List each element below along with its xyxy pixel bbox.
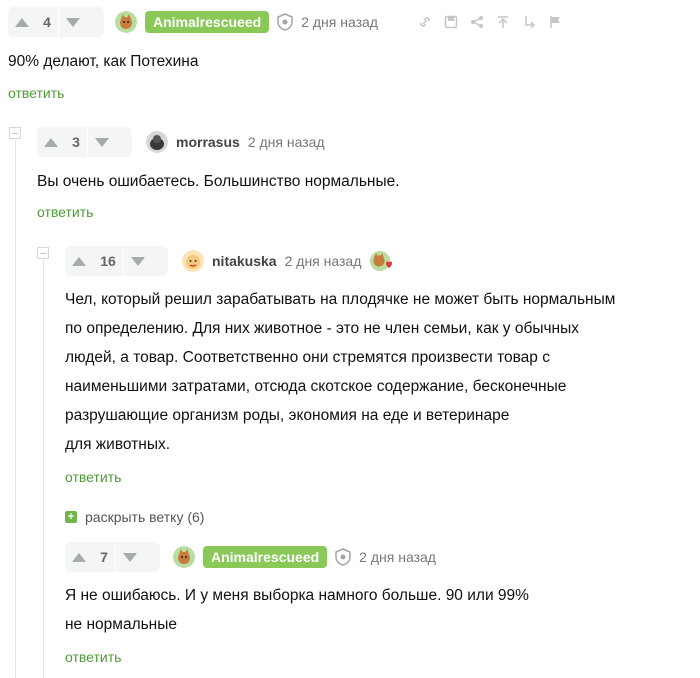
shield-icon: [277, 13, 293, 31]
share-icon[interactable]: [470, 15, 484, 29]
text-line: разрушающие организм роды, экономия на е…: [65, 407, 510, 424]
author-name[interactable]: nitakuska: [212, 253, 277, 269]
vote-count: 3: [72, 134, 80, 150]
author-badge[interactable]: Animalrescueed: [145, 11, 270, 33]
reply-link[interactable]: ответить: [8, 85, 64, 101]
upvote-button[interactable]: [37, 127, 65, 157]
comment-text: Я не ошибаюсь. И у меня выборка намного …: [65, 581, 529, 639]
comment-header: nitakuska 2 дня назад: [182, 246, 393, 276]
text-line: Чел, который решил зарабатывать на плодя…: [65, 291, 616, 308]
link-icon[interactable]: [418, 15, 432, 29]
parent-comment-icon[interactable]: [522, 15, 536, 29]
comment-tools: [418, 7, 562, 37]
arrow-up-icon: [44, 137, 58, 147]
downvote-button[interactable]: [124, 246, 152, 276]
comment-time: 2 дня назад: [359, 549, 436, 565]
avatar-cat-icon: [115, 11, 137, 33]
avatar[interactable]: [173, 546, 195, 568]
comment-time: 2 дня назад: [284, 253, 362, 269]
comment-time: 2 дня назад: [301, 14, 378, 30]
vote-count: 4: [43, 14, 51, 30]
plus-icon: +: [65, 511, 77, 523]
author-badge[interactable]: Animalrescueed: [203, 546, 328, 568]
thread-line: [15, 140, 16, 678]
comment-text: Вы очень ошибаетесь. Большинство нормаль…: [37, 173, 400, 190]
collapse-thread-button[interactable]: [37, 247, 49, 259]
reply-link[interactable]: ответить: [37, 204, 93, 220]
text-line: Я не ошибаюсь. И у меня выборка намного …: [65, 587, 529, 604]
arrow-down-icon: [131, 256, 145, 266]
award-cat-heart-icon: [370, 251, 393, 271]
upvote-button[interactable]: [65, 246, 93, 276]
comment-text: 90% делают, как Потехина: [8, 53, 199, 70]
text-line: по определению. Для них животное - это н…: [65, 320, 579, 337]
author-name[interactable]: morrasus: [176, 134, 240, 150]
avatar-cat-icon: [173, 546, 195, 568]
shield-icon: [335, 548, 351, 566]
text-line: не нормальные: [65, 616, 178, 633]
avatar-cartoon-icon: [182, 250, 204, 272]
vote-block: 16: [65, 246, 168, 276]
upvote-button[interactable]: [65, 542, 93, 572]
downvote-button[interactable]: [59, 7, 87, 37]
upvote-button[interactable]: [8, 7, 36, 37]
reply-link[interactable]: ответить: [65, 649, 121, 665]
arrow-down-icon: [123, 552, 137, 562]
vote-block: 3: [37, 127, 132, 157]
avatar[interactable]: [115, 11, 137, 33]
arrow-down-icon: [66, 17, 80, 27]
comment-text: Чел, который решил зарабатывать на плодя…: [65, 285, 615, 459]
expand-thread-label: раскрыть ветку (6): [85, 509, 205, 525]
text-line: людей, а товар. Соответственно они стрем…: [65, 349, 550, 366]
thread-line: [43, 260, 44, 678]
expand-thread-button[interactable]: + раскрыть ветку (6): [65, 509, 204, 525]
report-flag-icon[interactable]: [548, 15, 562, 29]
arrow-up-icon: [72, 256, 86, 266]
scroll-to-top-icon[interactable]: [496, 15, 510, 29]
comment-header: morrasus 2 дня назад: [146, 127, 325, 157]
collapse-thread-button[interactable]: [9, 127, 21, 139]
comment-time: 2 дня назад: [247, 134, 325, 150]
save-icon[interactable]: [444, 15, 458, 29]
arrow-up-icon: [72, 552, 86, 562]
downvote-button[interactable]: [116, 542, 144, 572]
vote-block: 7: [65, 542, 160, 572]
avatar-photo-icon: [146, 131, 168, 153]
comment-header: Animalrescueed 2 дня назад: [173, 542, 436, 572]
downvote-button[interactable]: [88, 127, 116, 157]
arrow-down-icon: [95, 137, 109, 147]
comment-header: Animalrescueed 2 дня назад: [115, 7, 378, 37]
reply-link[interactable]: ответить: [65, 469, 121, 485]
avatar[interactable]: [146, 131, 168, 153]
vote-count: 7: [100, 549, 108, 565]
vote-count: 16: [100, 253, 116, 269]
vote-block: 4: [8, 7, 104, 37]
avatar[interactable]: [182, 250, 204, 272]
text-line: для животных.: [65, 436, 171, 453]
text-line: наименьшими затратами, отсюда скотское с…: [65, 378, 567, 395]
arrow-up-icon: [15, 17, 29, 27]
